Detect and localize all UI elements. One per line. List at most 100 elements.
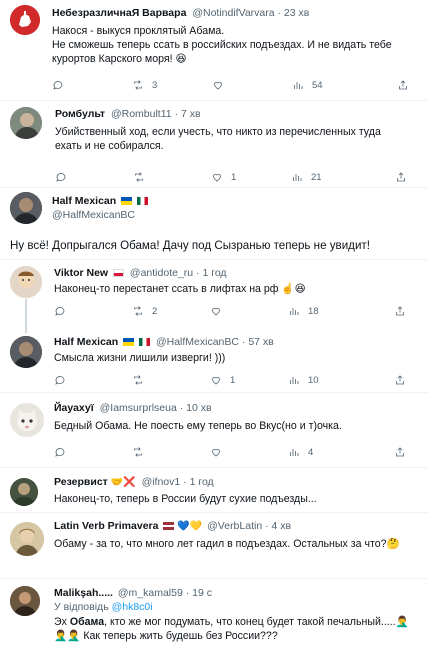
views-chart-icon	[290, 449, 299, 456]
display-name[interactable]: Half Mexican	[52, 195, 116, 207]
tweet-header: Latin Verb Primavera 💙💛 @VerbLatin · 4 х…	[54, 520, 291, 533]
views-button[interactable]: 4	[288, 445, 313, 459]
timestamp[interactable]: 10 хв	[186, 402, 211, 414]
user-handle[interactable]: @VerbLatin	[207, 520, 262, 532]
tweet-1[interactable]: НебезразличнаЯ Варвара @NotindifVarvara …	[0, 0, 428, 98]
timestamp[interactable]: 57 хв	[248, 336, 273, 348]
timestamp[interactable]: 7 хв	[181, 108, 201, 120]
views-button[interactable]: 10	[288, 373, 319, 387]
views-chart-icon	[294, 82, 303, 89]
avatar[interactable]	[10, 336, 42, 368]
user-handle[interactable]: @Rombult11	[111, 108, 172, 120]
share-button[interactable]	[395, 170, 407, 184]
timestamp[interactable]: 19 с	[192, 587, 212, 599]
share-icon	[399, 80, 407, 90]
separator-dot: ·	[196, 267, 200, 279]
retweet-button[interactable]: 2	[132, 304, 157, 318]
reply-button[interactable]	[54, 304, 74, 318]
avatar[interactable]	[10, 586, 40, 616]
retweet-button[interactable]: 3	[132, 78, 157, 92]
separator-dot: ·	[179, 402, 184, 414]
avatar[interactable]	[10, 403, 44, 437]
share-button[interactable]	[394, 445, 406, 459]
user-handle-row: @HalfMexicanBC	[52, 209, 135, 222]
reply-button[interactable]	[54, 373, 74, 387]
avatar[interactable]	[10, 266, 42, 298]
tweet-header: Half Mexican	[52, 195, 149, 208]
thread-line	[25, 299, 27, 333]
display-name[interactable]: Резервист	[54, 476, 108, 488]
views-button[interactable]: 18	[288, 304, 319, 318]
user-handle[interactable]: @HalfMexicanBC	[156, 336, 239, 348]
like-button[interactable]	[210, 304, 230, 318]
tweet-7[interactable]: Резервист 🤝❌ @ifnov1 · 1 год Наконец-то,…	[0, 468, 428, 508]
views-button[interactable]: 21	[291, 170, 322, 184]
heart-icon	[212, 448, 220, 457]
share-button[interactable]	[397, 78, 409, 92]
retweet-button[interactable]	[132, 373, 152, 387]
display-name[interactable]: Ромбульт	[55, 108, 105, 120]
tweet-header: Резервист 🤝❌ @ifnov1 · 1 год	[54, 476, 214, 489]
display-name[interactable]: Malikşah.....	[54, 587, 113, 599]
reply-to-handle[interactable]: @hk8c0i	[112, 601, 153, 613]
timestamp[interactable]: 4 хв	[272, 520, 292, 532]
retweet-button[interactable]	[132, 445, 152, 459]
heart-icon	[214, 81, 222, 90]
tweet-header: Malikşah..... @m_kamal59 · 19 с	[54, 587, 212, 600]
tweet-4[interactable]: Viktor New @antidote_ru · 1 год Наконец-…	[0, 260, 428, 325]
retweet-icon	[134, 80, 142, 90]
separator-dot: ·	[183, 476, 187, 488]
timestamp[interactable]: 1 год	[202, 267, 226, 279]
tweet-2[interactable]: Ромбульт @Rombult11 · 7 хв Убийственный …	[0, 101, 428, 187]
display-name[interactable]: Йауахуї	[54, 402, 94, 414]
views-chart-icon	[293, 174, 302, 181]
like-button[interactable]	[212, 78, 232, 92]
tweet-header: Йауахуї @Iamsurprlseua · 10 хв	[54, 402, 212, 415]
user-handle[interactable]: @HalfMexicanBC	[52, 209, 135, 221]
avatar[interactable]	[10, 107, 42, 139]
user-handle[interactable]: @antidote_ru	[130, 267, 193, 279]
views-button[interactable]: 54	[292, 78, 323, 92]
tweet-9[interactable]: Malikşah..... @m_kamal59 · 19 с У відпов…	[0, 579, 428, 669]
tweet-8[interactable]: Latin Verb Primavera 💙💛 @VerbLatin · 4 х…	[0, 513, 428, 583]
like-button[interactable]: 1	[211, 170, 236, 184]
avatar-photo-icon	[10, 336, 42, 368]
yellow-heart-icon: 💛	[189, 521, 203, 532]
separator-dot: ·	[265, 520, 269, 532]
avatar[interactable]	[10, 5, 40, 35]
tweet-5[interactable]: Half Mexican @HalfMexicanBC · 57 хв Смыс…	[0, 333, 428, 391]
tweet-3-main[interactable]: Half Mexican @HalfMexicanBC Ну всё! Допр…	[0, 188, 428, 258]
separator-dot: ·	[185, 587, 190, 599]
avatar[interactable]	[10, 192, 42, 224]
display-name[interactable]: Latin Verb Primavera	[54, 520, 158, 532]
avatar[interactable]	[10, 522, 44, 556]
like-button[interactable]: 1	[210, 373, 235, 387]
display-name[interactable]: Viktor New	[54, 267, 108, 279]
tweet-6[interactable]: Йауахуї @Iamsurprlseua · 10 хв Бедный Об…	[0, 393, 428, 463]
display-name[interactable]: НебезразличнаЯ Варвара	[52, 7, 186, 19]
like-button[interactable]	[210, 445, 230, 459]
user-handle[interactable]: @m_kamal59	[118, 587, 183, 599]
timestamp[interactable]: 1 год	[190, 476, 214, 488]
share-button[interactable]	[394, 373, 406, 387]
tweet-text-prefix: Эх	[54, 616, 70, 628]
display-name[interactable]: Half Mexican	[54, 336, 118, 348]
tweet-text: Накося - выкуся проклятый Абама. Не смож…	[52, 25, 392, 65]
avatar-portrait-icon	[10, 522, 44, 556]
user-handle[interactable]: @Iamsurprlseua	[100, 402, 177, 414]
retweet-icon	[134, 375, 142, 385]
user-handle[interactable]: @NotindifVarvara	[192, 7, 274, 19]
avatar[interactable]	[10, 478, 38, 506]
timestamp[interactable]: 23 хв	[284, 7, 309, 19]
user-handle[interactable]: @ifnov1	[142, 476, 181, 488]
reply-button[interactable]	[55, 170, 75, 184]
retweet-button[interactable]	[133, 170, 153, 184]
retweet-icon	[134, 447, 142, 457]
reply-button[interactable]	[54, 445, 74, 459]
tweet-text: Наконец-то перестанет ссать в лифтах на …	[54, 283, 306, 295]
tweet-header: НебезразличнаЯ Варвара @NotindifVarvara …	[52, 7, 309, 20]
share-icon	[397, 172, 405, 182]
reply-button[interactable]	[52, 78, 72, 92]
share-button[interactable]	[394, 304, 406, 318]
views-chart-icon	[290, 377, 299, 384]
